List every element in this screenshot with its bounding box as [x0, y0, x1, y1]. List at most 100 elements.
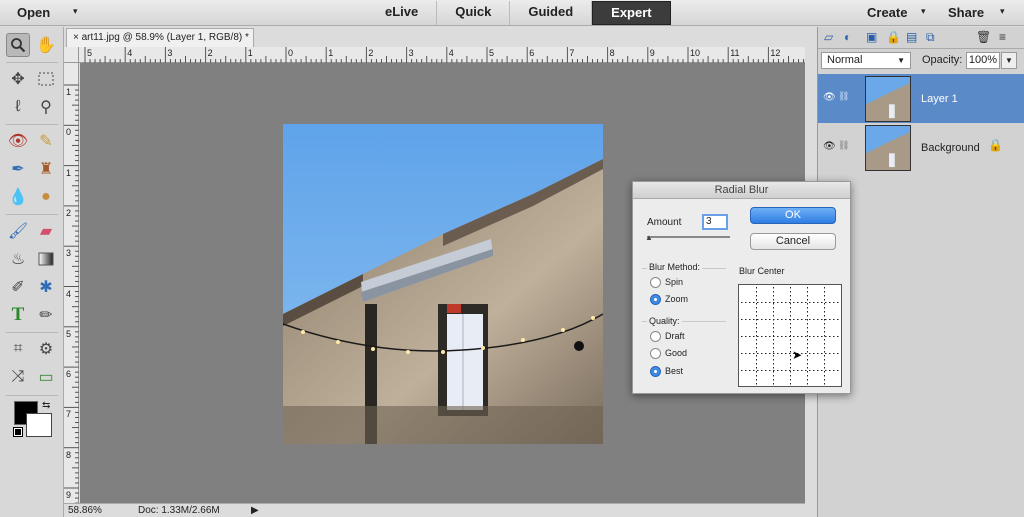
radio-zoom-label[interactable]: Zoom [665, 294, 688, 304]
amount-label: Amount [647, 217, 682, 228]
status-menu-arrow-icon[interactable]: ▶ [251, 504, 259, 517]
lock-all-icon[interactable]: ▤ [906, 30, 917, 44]
ruler-number: 2 [66, 207, 72, 218]
paint-bucket-icon[interactable]: ♨ [6, 247, 30, 271]
eraser-tool-icon[interactable]: ▰ [34, 219, 58, 243]
zoom-tool-icon[interactable] [6, 33, 30, 57]
default-colors-icon[interactable] [13, 427, 23, 437]
ruler-number: 6 [529, 48, 535, 58]
magic-wand-icon[interactable]: ⚲ [34, 95, 58, 119]
blend-mode-value: Normal [827, 54, 863, 66]
type-tool-icon[interactable]: T [6, 303, 30, 327]
trash-icon[interactable]: 🗑 [976, 30, 991, 44]
radio-good-label[interactable]: Good [665, 348, 687, 358]
blur-drop-icon[interactable]: 💧 [6, 185, 30, 209]
radio-good[interactable] [650, 348, 661, 359]
opacity-input[interactable]: 100% [966, 52, 1000, 69]
radio-draft-label[interactable]: Draft [665, 331, 685, 341]
panel-menu-icon[interactable]: ≡ [999, 30, 1006, 44]
radio-spin-label[interactable]: Spin [665, 277, 683, 287]
opacity-dropdown-icon[interactable]: ▼ [1001, 52, 1017, 69]
link-icon[interactable]: ⛓ [838, 91, 849, 102]
zoom-level[interactable]: 58.86% [68, 504, 102, 517]
chevron-down-icon[interactable]: ▾ [921, 6, 926, 17]
ruler-number: 5 [489, 48, 495, 58]
vertical-ruler: 1 0 1 2 3 4 5 6 7 8 9 [64, 63, 79, 503]
layer-thumbnail [865, 76, 911, 122]
lock-icon[interactable]: 🔒 [886, 30, 901, 44]
doc-size: Doc: 1.33M/2.66M [138, 505, 220, 516]
eyedropper-icon[interactable]: ✐ [6, 275, 30, 299]
ok-button[interactable]: OK [750, 207, 836, 224]
chevron-down-icon[interactable]: ▾ [73, 6, 78, 17]
red-eye-icon[interactable]: 👁 [6, 129, 30, 153]
tab-elive[interactable]: eLive [367, 1, 438, 25]
crop-tool-icon[interactable]: ⌗ [6, 337, 30, 361]
document-tab[interactable]: × art11.jpg @ 58.9% (Layer 1, RGB/8) * [66, 28, 254, 47]
ruler-number: 2 [368, 48, 374, 58]
mouse-cursor-icon: ➤ [792, 348, 803, 362]
sponge-icon[interactable]: ● [34, 185, 58, 209]
share-button[interactable]: Share [948, 5, 984, 20]
radio-best[interactable] [650, 366, 661, 377]
ruler-number: 8 [66, 449, 72, 460]
tab-quick[interactable]: Quick [437, 1, 511, 25]
spot-heal-icon[interactable]: ✎ [34, 129, 58, 153]
adjustment-layer-icon[interactable]: ◐ [844, 30, 851, 44]
lasso-tool-icon[interactable]: ℓ [6, 95, 30, 119]
radio-best-label[interactable]: Best [665, 366, 683, 376]
background-lock-icon[interactable]: 🔒 [988, 138, 1003, 152]
amount-input[interactable]: 3 [702, 214, 728, 230]
visibility-eye-icon[interactable]: 👁 [823, 141, 836, 152]
hand-tool-icon[interactable]: ✋ [34, 33, 58, 57]
radio-zoom[interactable] [650, 294, 661, 305]
visibility-eye-icon[interactable]: 👁 [823, 92, 836, 103]
radio-draft[interactable] [650, 331, 661, 342]
ruler-number: 7 [569, 48, 575, 58]
create-button[interactable]: Create [867, 5, 907, 20]
layer-mask-icon[interactable]: ▣ [866, 30, 877, 44]
link-layers-icon[interactable]: ⧉ [926, 30, 935, 45]
background-color-swatch[interactable] [26, 413, 52, 437]
close-icon[interactable]: × [73, 32, 79, 43]
marquee-tool-icon[interactable] [34, 67, 58, 91]
ruler-number: 11 [730, 48, 740, 58]
smart-brush-icon[interactable]: ✒ [6, 157, 30, 181]
content-move-icon[interactable]: ⤨ [6, 365, 30, 389]
ruler-number: 9 [66, 490, 72, 500]
blend-mode-select[interactable]: Normal ▼ [821, 52, 911, 69]
straighten-tool-icon[interactable]: ▭ [34, 365, 58, 389]
quality-label: Quality: [647, 316, 682, 326]
amount-slider[interactable] [647, 236, 730, 238]
ruler-number: 3 [167, 48, 173, 58]
radial-blur-dialog: Radial Blur Amount 3 ▲ OK Cancel Blur Me… [632, 181, 851, 394]
radio-spin[interactable] [650, 277, 661, 288]
horizontal-ruler: 5 4 3 2 1 0 1 2 3 4 5 6 7 8 9 10 11 12 [79, 47, 805, 63]
ruler-number: 0 [288, 48, 294, 58]
layer-name: Background [921, 142, 980, 154]
tab-guided[interactable]: Guided [510, 1, 593, 25]
move-tool-icon[interactable]: ✥ [6, 67, 30, 91]
layer-row-background[interactable]: 👁 ⛓ Background 🔒 [818, 123, 1024, 172]
chevron-down-icon[interactable]: ▾ [1000, 6, 1005, 17]
layer-name: Layer 1 [921, 93, 958, 105]
gradient-tool-icon[interactable] [34, 247, 58, 271]
new-layer-icon[interactable]: ▱ [824, 30, 833, 44]
open-button[interactable]: Open [17, 5, 50, 20]
swap-colors-icon[interactable]: ⇆ [42, 400, 50, 411]
ruler-number: 5 [87, 48, 93, 58]
cancel-button[interactable]: Cancel [750, 233, 836, 250]
blur-center-grid[interactable] [738, 284, 842, 387]
clone-stamp-icon[interactable]: ♜ [34, 157, 58, 181]
link-icon[interactable]: ⛓ [838, 140, 849, 151]
slider-knob-icon[interactable]: ▲ [645, 233, 653, 242]
custom-shape-icon[interactable]: ✱ [34, 275, 58, 299]
ruler-number: 10 [690, 48, 701, 58]
tab-expert[interactable]: Expert [592, 1, 671, 25]
recompose-tool-icon[interactable]: ⚙ [34, 337, 58, 361]
brush-tool-icon[interactable]: 🖌 [6, 219, 30, 243]
document-image[interactable] [283, 124, 603, 444]
pencil-tool-icon[interactable]: ✏ [34, 303, 58, 327]
dialog-title: Radial Blur [633, 182, 850, 199]
layer-row-layer-1[interactable]: 👁 ⛓ Layer 1 [818, 74, 1024, 123]
